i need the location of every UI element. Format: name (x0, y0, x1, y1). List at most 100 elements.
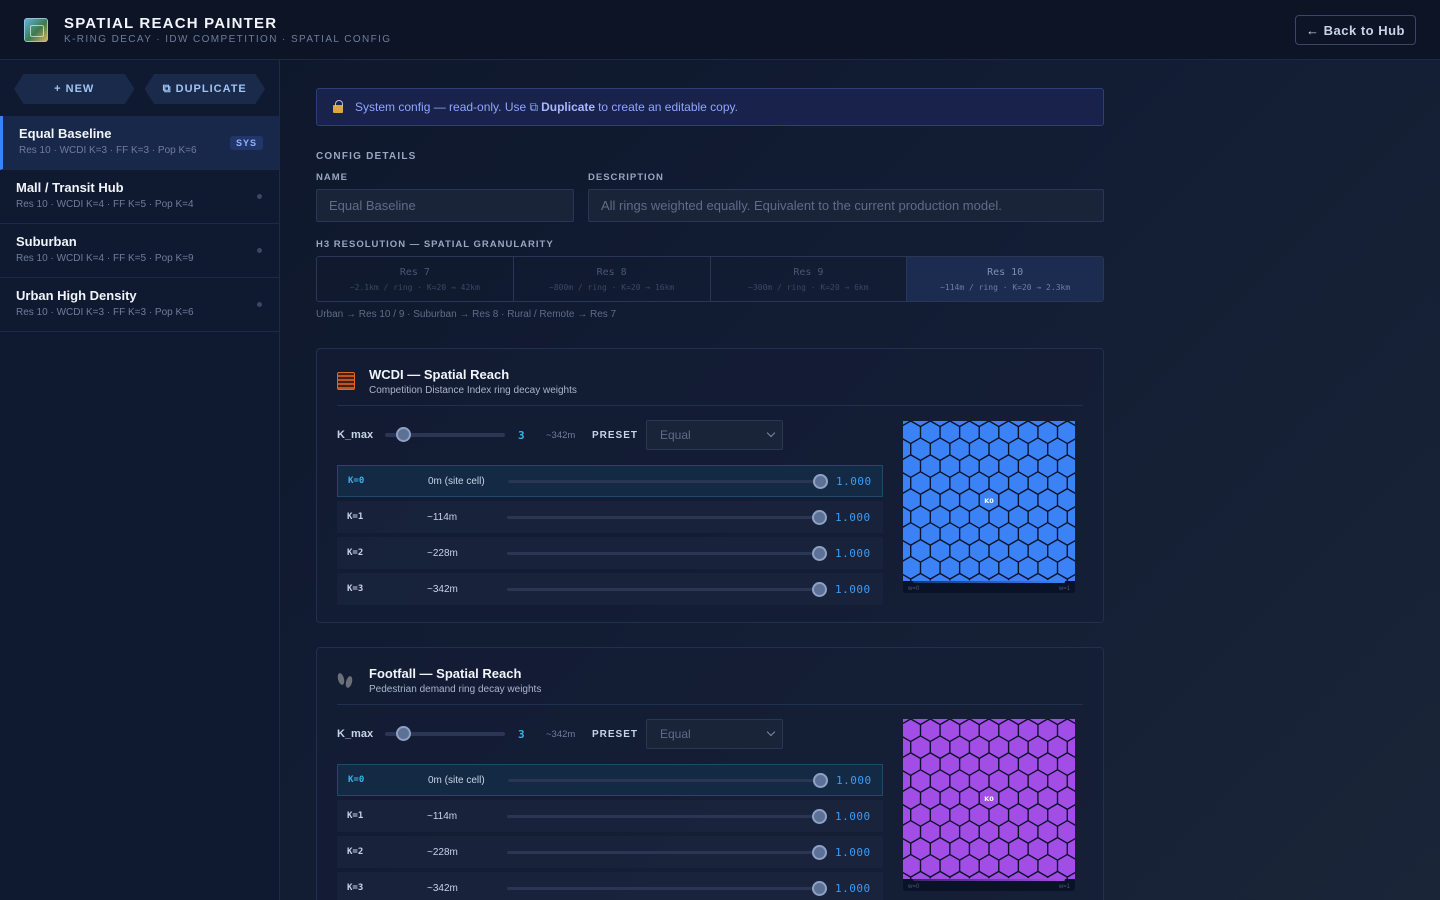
ring-weight-slider[interactable] (508, 772, 828, 788)
description-label: DESCRIPTION (588, 172, 664, 183)
abacus-icon (337, 372, 355, 390)
hex-cell (970, 472, 989, 494)
ring-weight-thumb[interactable] (812, 844, 827, 860)
preset-select[interactable]: Equal (646, 420, 783, 450)
ring-weight-value: 1.000 (836, 773, 872, 787)
config-item-urban-high-density[interactable]: Urban High Density Res 10 · WCDI K=3 · F… (0, 278, 279, 332)
hex-cell (903, 855, 920, 877)
resolution-name: Res 9 (793, 266, 824, 278)
hex-cell (979, 421, 999, 443)
hex-cell (911, 770, 930, 792)
preset-select[interactable]: Equal (646, 719, 783, 749)
hex-cell (1019, 489, 1038, 511)
ring-weight-slider[interactable] (507, 808, 827, 824)
hex-cell (999, 787, 1018, 809)
hex-cell (970, 540, 989, 562)
config-item-suburban[interactable]: Suburban Res 10 · WCDI K=4 · FF K=5 · Po… (0, 224, 279, 278)
ring-weight-thumb[interactable] (812, 545, 827, 561)
lock-icon (333, 100, 343, 113)
hex-cell (1038, 523, 1057, 545)
hex-cell (903, 455, 920, 477)
kmax-slider-thumb[interactable] (396, 427, 411, 442)
ring-distance: 0m (site cell) (428, 475, 485, 487)
ring-weight-slider[interactable] (507, 509, 827, 525)
hex-cell (1009, 438, 1028, 460)
readonly-notice: System config — read-only. Use ⧉ Duplica… (316, 88, 1104, 126)
name-field[interactable] (316, 189, 574, 222)
ring-weight-thumb[interactable] (812, 509, 827, 525)
hex-cell (1067, 805, 1075, 825)
ring-weight-slider[interactable] (508, 473, 828, 489)
resolution-option-res-8[interactable]: Res 8 ~800m / ring · K=20 → 16km (514, 257, 711, 301)
new-config-button[interactable]: + NEW (14, 74, 135, 104)
hex-cell (950, 770, 969, 792)
kmax-slider[interactable] (385, 726, 505, 741)
kmax-slider-thumb[interactable] (396, 726, 411, 741)
ring-weight-slider[interactable] (507, 545, 827, 561)
ring-weight-thumb[interactable] (813, 473, 828, 489)
hex-cell (1028, 838, 1048, 860)
hex-cell (999, 523, 1018, 545)
ring-row: K=0 0m (site cell) 1.000 (337, 465, 883, 497)
hex-cell (1048, 838, 1067, 860)
hex-cell (989, 506, 1008, 528)
hex-cell (960, 421, 979, 443)
kmax-row: K_max 3 ~342m PRESET Equal (337, 420, 883, 450)
hex-cell (1058, 557, 1075, 579)
kmax-row: K_max 3 ~342m PRESET Equal (337, 719, 883, 749)
panel-title: WCDI — Spatial Reach (369, 367, 510, 382)
ring-weight-thumb[interactable] (812, 880, 827, 896)
hex-cell (970, 804, 989, 826)
hex-cell (999, 455, 1018, 477)
ring-k-label: K=1 (347, 512, 364, 522)
hex-cell (921, 787, 940, 809)
description-field[interactable] (588, 189, 1104, 222)
legend-min-label: w=0 (908, 586, 920, 592)
ring-distance: ~114m (427, 810, 458, 822)
resolution-option-res-7[interactable]: Res 7 ~2.1km / ring · K=20 → 42km (317, 257, 514, 301)
hex-cell (1019, 821, 1038, 843)
hex-cell (970, 506, 989, 528)
config-item-equal-baseline[interactable]: Equal Baseline Res 10 · WCDI K=3 · FF K=… (0, 116, 279, 170)
ring-row: K=1 ~114m 1.000 (337, 800, 883, 832)
resolution-detail: ~300m / ring · K=20 → 6km (748, 282, 869, 292)
hex-cell (940, 719, 959, 741)
hex-cell (1058, 421, 1075, 443)
resolution-option-res-9[interactable]: Res 9 ~300m / ring · K=20 → 6km (711, 257, 908, 301)
preset-value: Equal (660, 428, 691, 442)
hex-cell (1028, 770, 1048, 792)
hex-cell (999, 855, 1018, 877)
ring-weight-thumb[interactable] (813, 772, 828, 788)
hex-cell (1048, 804, 1067, 826)
hex-cell (903, 821, 920, 843)
resolution-hint: Urban → Res 10 / 9 · Suburban → Res 8 · … (316, 309, 617, 320)
hex-cell (950, 506, 969, 528)
ring-row: K=0 0m (site cell) 1.000 (337, 764, 883, 796)
preset-label: PRESET (592, 728, 639, 740)
hex-cell (999, 489, 1018, 511)
config-item-mall-transit-hub[interactable]: Mall / Transit Hub Res 10 · WCDI K=4 · F… (0, 170, 279, 224)
hex-cell (940, 855, 959, 877)
notice-duplicate-link[interactable]: Duplicate (541, 100, 595, 114)
status-dot (257, 302, 262, 307)
ring-weight-value: 1.000 (835, 546, 871, 560)
back-to-hub-button[interactable]: ← Back to Hub (1295, 15, 1416, 45)
ring-weight-value: 1.000 (835, 845, 871, 859)
hex-cell (1058, 489, 1075, 511)
ring-weight-slider[interactable] (507, 880, 827, 896)
hex-cell (1067, 541, 1075, 561)
ring-weight-slider[interactable] (507, 844, 827, 860)
ring-k-label: K=0 (348, 775, 365, 785)
ring-weight-thumb[interactable] (812, 808, 827, 824)
duplicate-config-button[interactable]: ⧉ DUPLICATE (144, 74, 265, 104)
kmax-slider[interactable] (385, 427, 505, 442)
hex-cell (903, 557, 920, 579)
ring-weight-slider[interactable] (507, 581, 827, 597)
weight-legend-bar (913, 580, 1065, 583)
panel-title: Footfall — Spatial Reach (369, 666, 522, 681)
panel-subtitle: Pedestrian demand ring decay weights (369, 684, 542, 695)
hex-cell (1028, 804, 1048, 826)
resolution-option-res-10[interactable]: Res 10 ~114m / ring · K=20 → 2.3km (907, 257, 1103, 301)
ring-weight-thumb[interactable] (812, 581, 827, 597)
hex-cell (1028, 736, 1048, 758)
